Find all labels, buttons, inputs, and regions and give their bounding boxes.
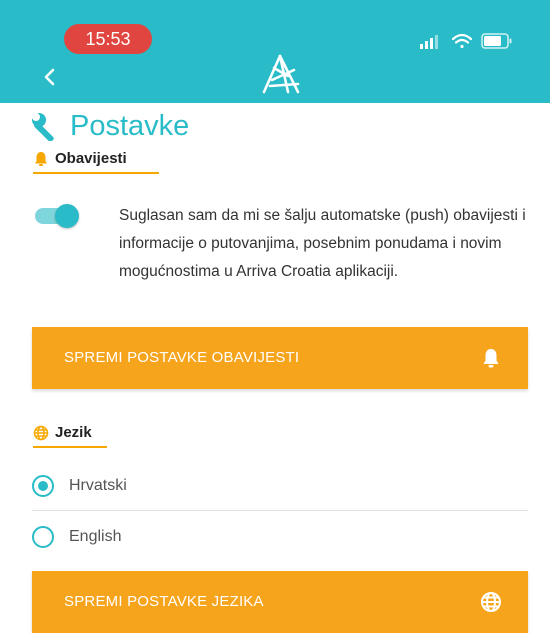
language-option-english[interactable]: English [32,513,528,561]
page-title: Postavke [70,109,190,142]
heading-underline [33,172,159,174]
globe-icon [33,425,49,440]
chevron-left-icon [44,68,55,86]
page-title-row: Postavke [30,106,189,146]
wrench-icon [32,113,54,141]
arriva-logo [258,50,304,96]
app-header: 15:53 [0,0,550,103]
radio-unselected [32,526,54,548]
bell-icon [35,151,47,166]
heading-underline [33,446,107,448]
status-icons [420,31,520,51]
push-consent-text: Suglasan sam da mi se šalju automatske (… [119,207,526,280]
divider [32,510,528,511]
save-notifications-button[interactable]: SPREMI POSTAVKE OBAVIJESTI [32,327,528,389]
battery-icon [481,33,512,49]
back-button[interactable] [38,65,62,89]
language-option-label: Hrvatski [69,477,127,494]
language-option-hrvatski[interactable]: Hrvatski [32,462,528,510]
section-notifications-label: Obavijesti [55,150,127,167]
push-notifications-toggle[interactable] [35,203,79,229]
save-language-label: SPREMI POSTAVKE JEZIKA [64,593,264,610]
section-notifications-heading: Obavijesti [33,150,159,174]
status-time: 15:53 [64,24,152,54]
section-language-label: Jezik [55,424,92,441]
wifi-icon [451,33,473,49]
bell-icon [483,349,499,368]
toggle-knob [55,204,79,228]
language-option-label: English [69,528,122,545]
globe-icon [481,592,501,612]
section-language-heading: Jezik [33,424,107,448]
save-notifications-label: SPREMI POSTAVKE OBAVIJESTI [64,349,300,366]
signal-icon [420,35,438,49]
save-language-button[interactable]: SPREMI POSTAVKE JEZIKA [32,571,528,633]
radio-selected [32,475,54,497]
